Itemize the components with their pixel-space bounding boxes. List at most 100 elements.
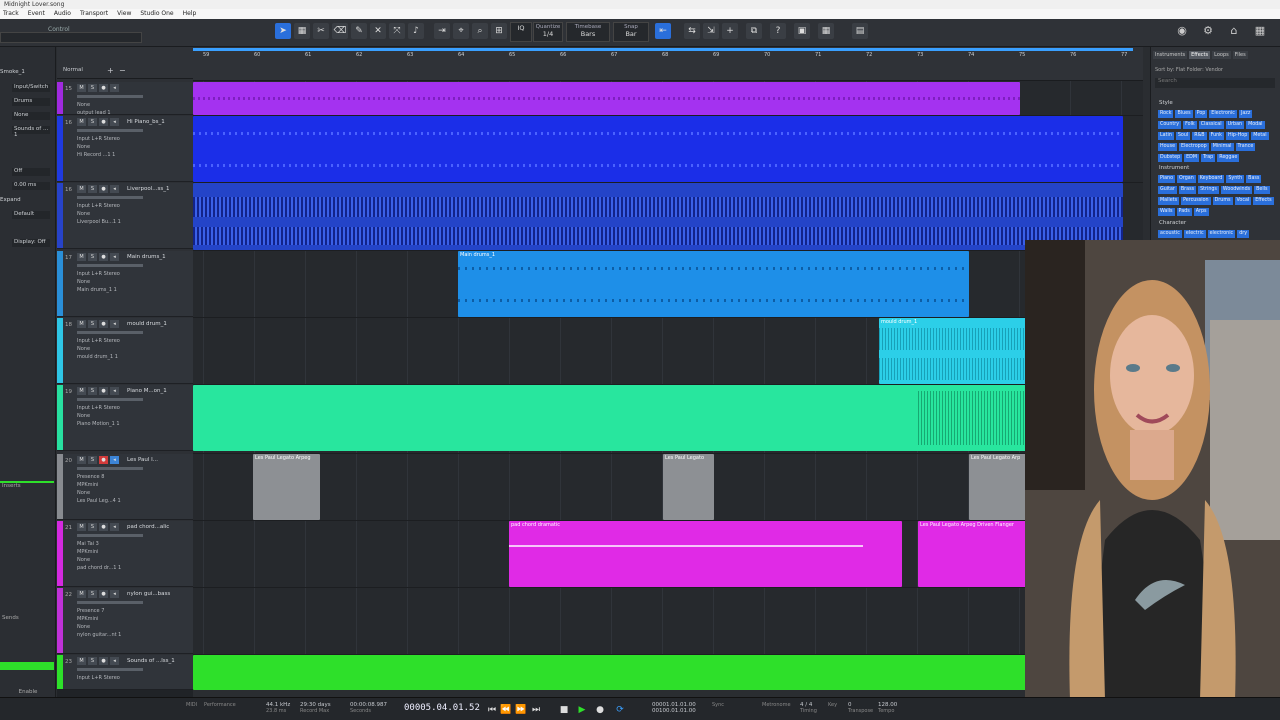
track-header[interactable]: 16 M S ● ◂ Liverpool...ss_1 Input L+R St… xyxy=(57,183,193,249)
monitor-button[interactable]: ◂ xyxy=(110,590,119,598)
filter-tag[interactable]: Rock xyxy=(1158,110,1174,118)
user-icon[interactable]: ◉ xyxy=(1174,23,1190,39)
track-io-field[interactable]: None xyxy=(77,279,90,285)
midi-event-pad-chord[interactable]: pad chord dramatic xyxy=(509,521,902,587)
track-io-field[interactable]: Presence 7 xyxy=(77,608,104,614)
cursor-follow-icon[interactable]: + xyxy=(722,23,738,39)
filter-tag[interactable]: Piano xyxy=(1158,175,1176,183)
track-name[interactable]: Liverpool...ss_1 xyxy=(127,186,169,192)
layout-icon[interactable]: ▤ xyxy=(852,23,868,39)
track-header[interactable]: 19 M S ● ◂ Piano M...on_1 Input L+R Ster… xyxy=(57,385,193,451)
record-arm-button[interactable]: ● xyxy=(99,523,108,531)
track-io-field[interactable]: Les Paul Leg...4 1 xyxy=(77,498,121,504)
track-io-field[interactable]: None xyxy=(77,102,90,108)
remove-track-icon[interactable]: − xyxy=(119,66,126,75)
zoom-icon[interactable]: ⌕ xyxy=(472,23,488,39)
inserts-section[interactable]: Inserts xyxy=(0,481,54,489)
menu-event[interactable]: Event xyxy=(28,9,45,19)
range-tool-icon[interactable]: ▦ xyxy=(294,23,310,39)
track-io-field[interactable]: Hi Record ...1 1 xyxy=(77,152,115,158)
forward-end-icon[interactable]: ⏭ xyxy=(530,704,542,716)
track-io-field[interactable]: Liverpool Bu...1 1 xyxy=(77,219,121,225)
inspector-row[interactable]: None xyxy=(0,112,54,121)
inspector-row[interactable]: Sounds of ... 1 xyxy=(0,126,54,138)
bars-display[interactable]: 00005.04.01.52 xyxy=(404,703,480,713)
solo-button[interactable]: S xyxy=(88,320,97,328)
audio-event[interactable] xyxy=(193,183,1123,250)
menu-audio[interactable]: Audio xyxy=(54,9,71,19)
track-io-field[interactable]: MPKmini xyxy=(77,549,98,555)
track-io-field[interactable]: None xyxy=(77,624,90,630)
arrange-view[interactable]: 59 60 61 62 63 64 65 66 67 68 69 70 71 72 73 74 75 76 77 M… xyxy=(193,47,1143,690)
sync-label[interactable]: Sync xyxy=(712,702,724,708)
record-arm-button[interactable]: ● xyxy=(99,590,108,598)
solo-button[interactable]: S xyxy=(88,387,97,395)
filter-tag[interactable]: Bass xyxy=(1246,175,1262,183)
quantize-field[interactable]: Quantize 1/4 xyxy=(533,22,563,42)
filter-tag[interactable]: Synth xyxy=(1226,175,1245,183)
record-arm-button[interactable]: ● xyxy=(99,253,108,261)
filter-tag[interactable]: Arps xyxy=(1193,208,1209,216)
track-name[interactable]: pad chord...alic xyxy=(127,524,169,530)
filter-tag[interactable]: Mallets xyxy=(1158,197,1180,205)
filter-tag[interactable]: Organ xyxy=(1177,175,1196,183)
mute-button[interactable]: M xyxy=(77,84,86,92)
record-arm-button[interactable]: ● xyxy=(99,657,108,665)
track-list-mode[interactable]: Normal xyxy=(63,67,83,73)
rewind-icon[interactable]: ⏪ xyxy=(500,704,512,716)
track-name[interactable]: Main drums_1 xyxy=(127,254,166,260)
track-header[interactable]: 15 M S ● ◂ None output lead 1 xyxy=(57,82,193,116)
filter-tag[interactable]: Keyboard xyxy=(1197,175,1225,183)
solo-button[interactable]: S xyxy=(88,523,97,531)
track-header[interactable]: 21 M S ● ◂ pad chord...alic Mai Tai 3 MPK… xyxy=(57,521,193,587)
track-name[interactable]: Les Paul I... xyxy=(127,457,158,463)
timebase-field[interactable]: Timebase Bars xyxy=(566,22,610,42)
filter-tag[interactable]: Soul xyxy=(1175,132,1191,140)
bend-tool-icon[interactable]: ⤧ xyxy=(389,23,405,39)
tab-instruments[interactable]: Instruments xyxy=(1153,51,1188,59)
track-io-field[interactable]: pad chord dr...1 1 xyxy=(77,565,121,571)
track-io-field[interactable]: mould drum_1 1 xyxy=(77,354,118,360)
track-io-field[interactable]: Input L+R Stereo xyxy=(77,405,120,411)
track-io-field[interactable]: Presence 8 xyxy=(77,474,104,480)
track-header[interactable]: 18 M S ● ◂ mould drum_1 Input L+R Stereo… xyxy=(57,318,193,384)
snap-icon[interactable]: ⌖ xyxy=(453,23,469,39)
track-name[interactable]: Sounds of ...lss_1 xyxy=(127,658,175,664)
record-arm-button[interactable]: ● xyxy=(99,185,108,193)
loop-range[interactable]: 00001.01.01.00 00100.01.01.00 xyxy=(652,702,696,714)
track-io-field[interactable]: Input L+R Stereo xyxy=(77,203,120,209)
track-io-field[interactable]: Mai Tai 3 xyxy=(77,541,99,547)
listen-tool-icon[interactable]: ♪ xyxy=(408,23,424,39)
inspector-row[interactable]: Input/Switch xyxy=(0,84,54,93)
track-io-field[interactable]: None xyxy=(77,490,90,496)
solo-button[interactable]: S xyxy=(88,456,97,464)
solo-button[interactable]: S xyxy=(88,185,97,193)
solo-button[interactable]: S xyxy=(88,253,97,261)
track-io-field[interactable]: Input L+R Stereo xyxy=(77,338,120,344)
filter-tag[interactable]: Reggae xyxy=(1217,154,1240,162)
filter-tag[interactable]: Classical xyxy=(1198,121,1224,129)
monitor-button[interactable]: ◂ xyxy=(110,118,119,126)
record-arm-button[interactable]: ● xyxy=(99,320,108,328)
solo-button[interactable]: S xyxy=(88,118,97,126)
volume-fader[interactable] xyxy=(77,331,143,334)
timeline-ruler[interactable]: 59 60 61 62 63 64 65 66 67 68 69 70 71 72 73 74 75 76 77 xyxy=(193,47,1143,81)
mute-tool-icon[interactable]: ✕ xyxy=(370,23,386,39)
filter-tag[interactable]: Percussion xyxy=(1181,197,1211,205)
browser-search-input[interactable]: Search xyxy=(1155,78,1275,88)
monitor-button[interactable]: ◂ xyxy=(110,657,119,665)
tempo-display[interactable]: 128.00 Tempo xyxy=(878,702,897,714)
inspector-track-name[interactable]: Smoke_1 xyxy=(0,69,54,78)
settings-icon[interactable]: ⚙ xyxy=(1200,23,1216,39)
filter-tag[interactable]: Guitar xyxy=(1158,186,1177,194)
filter-tag[interactable]: House xyxy=(1158,143,1178,151)
menu-help[interactable]: Help xyxy=(183,9,197,19)
monitor-button[interactable]: ◂ xyxy=(110,387,119,395)
track-io-field[interactable]: Main drums_1 1 xyxy=(77,287,117,293)
track-name[interactable]: Piano M...on_1 xyxy=(127,388,167,394)
play-icon[interactable]: ▶ xyxy=(576,704,588,716)
tab-loops[interactable]: Loops xyxy=(1212,51,1231,59)
track-io-field[interactable]: None xyxy=(77,144,90,150)
audio-event-piano-motion[interactable] xyxy=(193,385,1143,451)
track-header[interactable]: 23 M S ● ◂ Sounds of ...lss_1 Input L+R … xyxy=(57,655,193,690)
